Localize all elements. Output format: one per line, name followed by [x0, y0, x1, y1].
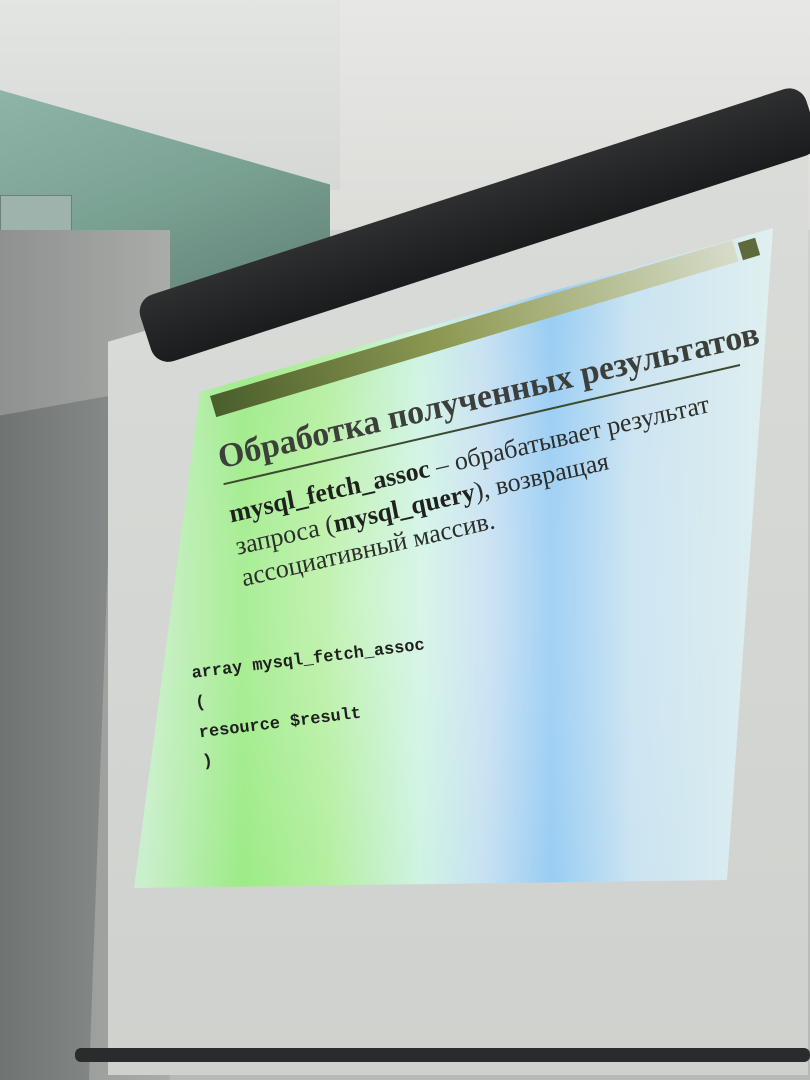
screen-bottom-bar	[75, 1048, 810, 1062]
photo-scene: Обработка полученных результатов mysql_f…	[0, 0, 810, 1080]
